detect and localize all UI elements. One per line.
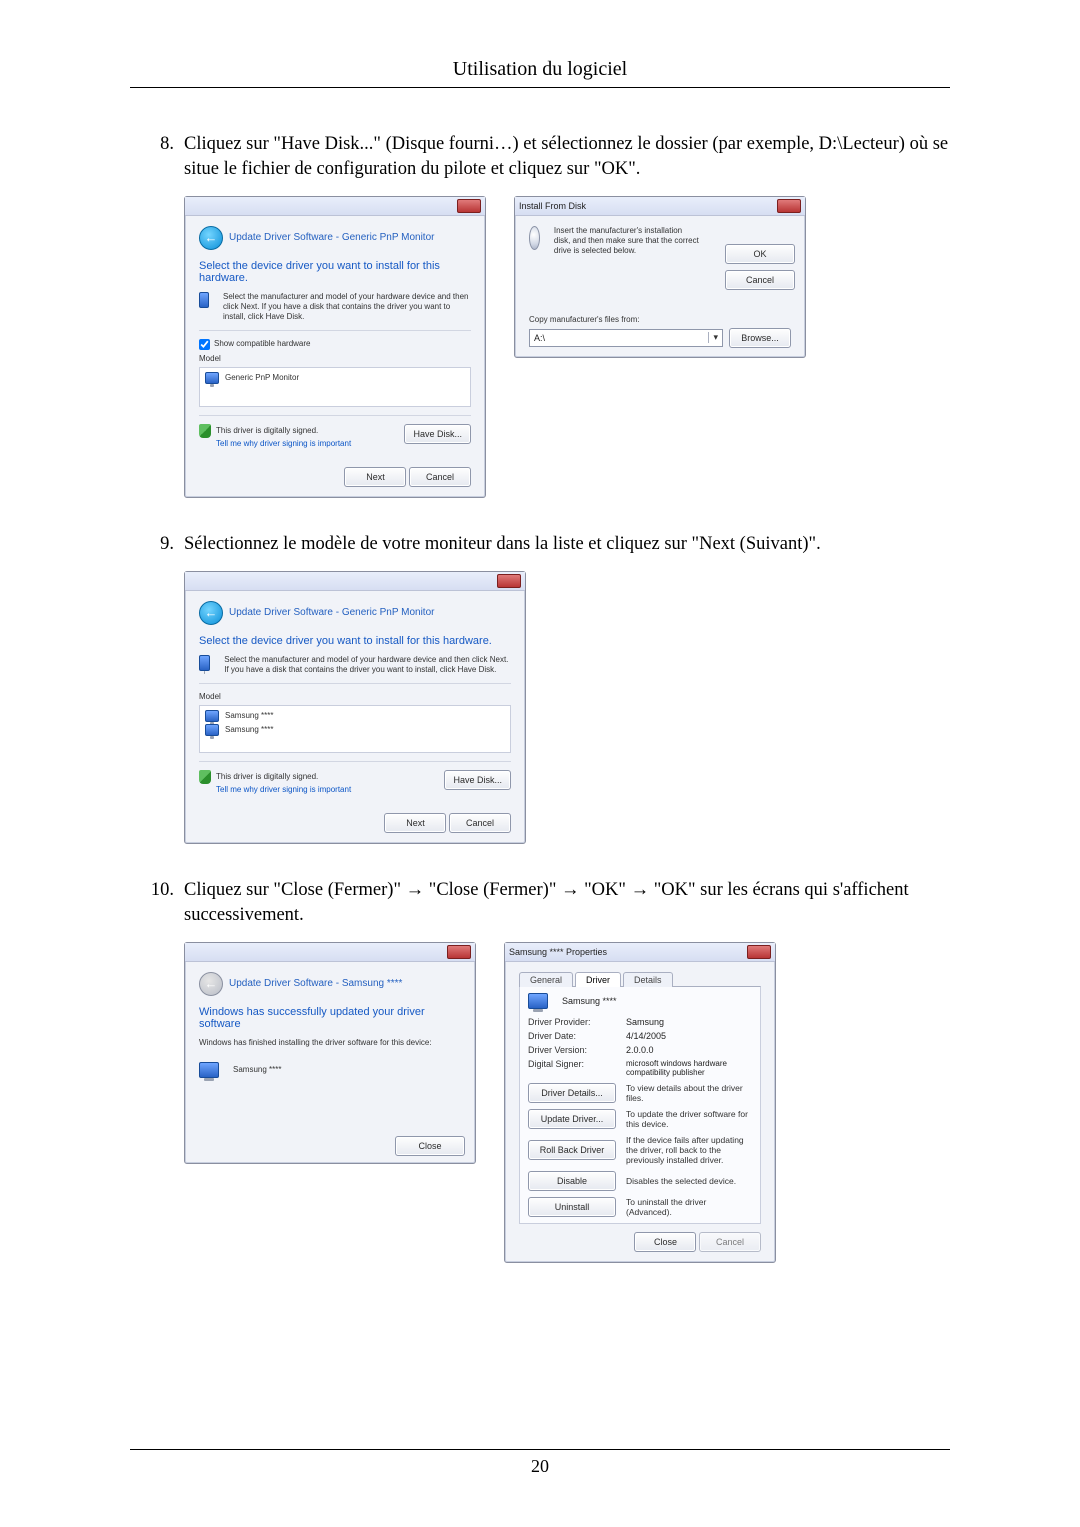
- step-text: Cliquez sur "Have Disk..." (Disque fourn…: [184, 132, 950, 182]
- update-driver-button[interactable]: Update Driver...: [528, 1109, 616, 1129]
- tab-details[interactable]: Details: [623, 972, 673, 987]
- window-title: Install From Disk: [519, 201, 586, 211]
- dialog-subtext: Select the manufacturer and model of you…: [223, 292, 471, 322]
- device-name: Samsung ****: [562, 996, 617, 1006]
- model-label: Model: [199, 692, 511, 702]
- model-list[interactable]: Samsung **** Samsung ****: [199, 705, 511, 753]
- update-driver-desc: To update the driver software for this d…: [626, 1109, 752, 1129]
- signed-label: This driver is digitally signed.: [216, 426, 318, 435]
- monitor-icon: [199, 1062, 219, 1078]
- monitor-icon: [205, 710, 219, 722]
- dialog-heading: Select the device driver you want to ins…: [199, 260, 471, 284]
- tabs: General Driver Details: [519, 972, 761, 987]
- date-label: Driver Date:: [528, 1031, 616, 1041]
- monitor-icon: [205, 372, 219, 384]
- shield-icon: [199, 770, 211, 784]
- window-update-driver: ← Update Driver Software - Generic PnP M…: [184, 196, 486, 498]
- close-button[interactable]: Close: [395, 1136, 465, 1156]
- next-button[interactable]: Next: [344, 467, 406, 487]
- signing-link[interactable]: Tell me why driver signing is important: [216, 785, 351, 794]
- tab-general[interactable]: General: [519, 972, 573, 987]
- uninstall-button[interactable]: Uninstall: [528, 1197, 616, 1217]
- chevron-down-icon[interactable]: ▾: [708, 332, 718, 343]
- monitor-icon: [528, 993, 548, 1009]
- disable-button[interactable]: Disable: [528, 1171, 616, 1191]
- breadcrumb: ←Update Driver Software - Samsung ****: [199, 972, 461, 996]
- close-icon: [777, 199, 801, 213]
- page-header: Utilisation du logiciel: [130, 58, 950, 88]
- window-device-properties: Samsung **** Properties General Driver D…: [504, 942, 776, 1263]
- close-icon: [497, 574, 521, 588]
- window-controls[interactable]: [447, 945, 471, 959]
- device-name: Samsung ****: [233, 1065, 281, 1075]
- dialog-subtext: Select the manufacturer and model of you…: [224, 655, 511, 675]
- window-controls[interactable]: [747, 945, 771, 959]
- monitor-icon: [199, 655, 210, 671]
- next-button[interactable]: Next: [384, 813, 446, 833]
- step-number: 8.: [130, 132, 184, 157]
- uninstall-desc: To uninstall the driver (Advanced).: [626, 1197, 752, 1217]
- model-list[interactable]: Generic PnP Monitor: [199, 367, 471, 407]
- tab-driver[interactable]: Driver: [575, 972, 621, 987]
- browse-button[interactable]: Browse...: [729, 328, 791, 348]
- path-combobox[interactable]: A:\▾: [529, 329, 723, 347]
- cancel-button[interactable]: Cancel: [725, 270, 795, 290]
- back-icon[interactable]: ←: [199, 226, 223, 250]
- cancel-button[interactable]: Cancel: [409, 467, 471, 487]
- step-number: 9.: [130, 532, 184, 557]
- breadcrumb: ←Update Driver Software - Generic PnP Mo…: [199, 601, 511, 625]
- cancel-button: Cancel: [699, 1232, 761, 1252]
- monitor-icon: [199, 292, 209, 308]
- disk-icon: [529, 226, 540, 250]
- model-label: Model: [199, 354, 471, 364]
- step-text: Sélectionnez le modèle de votre moniteur…: [184, 532, 950, 557]
- shield-icon: [199, 424, 211, 438]
- window-controls[interactable]: [457, 199, 481, 213]
- close-icon: [457, 199, 481, 213]
- window-select-model: ←Update Driver Software - Generic PnP Mo…: [184, 571, 526, 844]
- version-value: 2.0.0.0: [626, 1045, 752, 1055]
- window-title: Samsung **** Properties: [509, 947, 607, 957]
- signed-label: This driver is digitally signed.: [216, 772, 318, 781]
- rollback-driver-button[interactable]: Roll Back Driver: [528, 1140, 616, 1160]
- dialog-heading: Windows has successfully updated your dr…: [199, 1006, 461, 1030]
- close-icon: [447, 945, 471, 959]
- window-install-from-disk: Install From Disk Insert the manufacture…: [514, 196, 806, 358]
- breadcrumb: ← Update Driver Software - Generic PnP M…: [199, 226, 471, 250]
- cancel-button[interactable]: Cancel: [449, 813, 511, 833]
- dialog-subtext: Windows has finished installing the driv…: [199, 1038, 461, 1048]
- disable-desc: Disables the selected device.: [626, 1176, 752, 1186]
- provider-value: Samsung: [626, 1017, 752, 1027]
- compat-checkbox[interactable]: Show compatible hardware: [199, 339, 471, 350]
- step-number: 10.: [130, 878, 184, 903]
- dialog-heading: Select the device driver you want to ins…: [199, 635, 511, 647]
- have-disk-button[interactable]: Have Disk...: [444, 770, 511, 790]
- version-label: Driver Version:: [528, 1045, 616, 1055]
- signer-label: Digital Signer:: [528, 1059, 616, 1077]
- driver-details-desc: To view details about the driver files.: [626, 1083, 752, 1103]
- close-button[interactable]: Close: [634, 1232, 696, 1252]
- window-controls[interactable]: [497, 574, 521, 588]
- monitor-icon: [205, 724, 219, 736]
- install-msg: Insert the manufacturer's installation d…: [554, 226, 699, 256]
- step-text: Cliquez sur "Close (Fermer)" → "Close (F…: [184, 878, 950, 928]
- copy-from-label: Copy manufacturer's files from:: [529, 315, 791, 325]
- window-controls[interactable]: [777, 199, 801, 213]
- have-disk-button[interactable]: Have Disk...: [404, 424, 471, 444]
- date-value: 4/14/2005: [626, 1031, 752, 1041]
- close-icon: [747, 945, 771, 959]
- window-update-success: ←Update Driver Software - Samsung **** W…: [184, 942, 476, 1164]
- signer-value: microsoft windows hardware compatibility…: [626, 1059, 752, 1077]
- driver-details-button[interactable]: Driver Details...: [528, 1083, 616, 1103]
- provider-label: Driver Provider:: [528, 1017, 616, 1027]
- page-number: 20: [130, 1449, 950, 1477]
- rollback-driver-desc: If the device fails after updating the d…: [626, 1135, 752, 1165]
- ok-button[interactable]: OK: [725, 244, 795, 264]
- back-icon[interactable]: ←: [199, 601, 223, 625]
- back-icon: ←: [199, 972, 223, 996]
- signing-link[interactable]: Tell me why driver signing is important: [216, 439, 351, 448]
